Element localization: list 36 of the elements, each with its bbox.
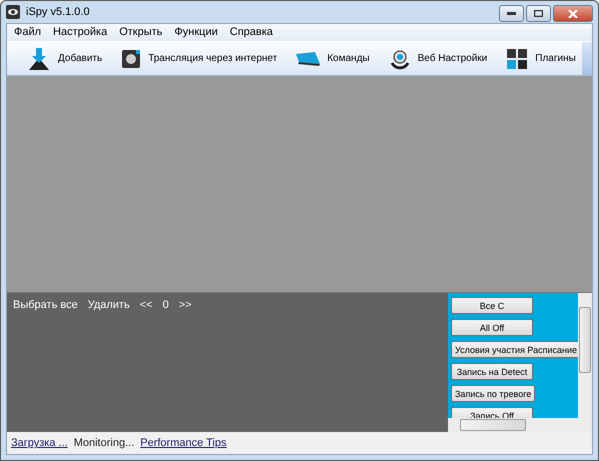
toolbar-button[interactable]: Трансляция через интернет (111, 42, 286, 75)
status-link[interactable]: Performance Tips (140, 437, 226, 450)
maximize-icon (534, 10, 543, 17)
toolbar-button[interactable]: Добавить (17, 42, 112, 75)
toolbar-button[interactable]: Веб Настройки (378, 42, 496, 75)
previous-link[interactable]: << (140, 299, 153, 312)
menu-item[interactable]: Функции (169, 26, 223, 38)
close-button[interactable] (553, 5, 593, 22)
menu-item[interactable]: Открыть (114, 26, 168, 38)
toolbar-button[interactable]: Команды (286, 42, 379, 75)
action-button[interactable]: Условия участия Расписание (451, 341, 578, 358)
maximize-button[interactable] (526, 5, 551, 22)
select-all-link[interactable]: Выбрать все (13, 299, 78, 312)
menu-item[interactable]: Настройка (48, 26, 112, 38)
window-title: iSpy v5.1.0.0 (26, 6, 90, 18)
minimize-icon (507, 12, 516, 15)
download-icon (26, 46, 52, 72)
status-link[interactable]: Загрузка ... (11, 437, 68, 450)
next-link[interactable]: >> (178, 299, 192, 312)
menu-item[interactable]: Файл (9, 26, 46, 38)
action-button[interactable]: Запись на Detect (451, 363, 533, 380)
minimize-button[interactable] (499, 5, 524, 22)
page-number: 0 (162, 299, 169, 312)
eye-icon (6, 5, 20, 19)
vertical-scrollbar[interactable] (578, 293, 592, 418)
action-button[interactable]: Запись по тревоге (451, 385, 536, 402)
toolbar-button[interactable]: Плагины (496, 42, 585, 75)
camera-icon (120, 48, 142, 70)
blocks-icon (505, 46, 530, 71)
action-button[interactable]: All Off (451, 319, 533, 336)
menu-item[interactable]: Справка (224, 26, 278, 38)
close-icon (568, 10, 578, 18)
status-text: Monitoring... (74, 437, 134, 450)
delete-link[interactable]: Удалить (88, 299, 130, 312)
horizontal-scrollbar[interactable] (448, 418, 592, 432)
action-button[interactable]: Все С (451, 297, 533, 314)
